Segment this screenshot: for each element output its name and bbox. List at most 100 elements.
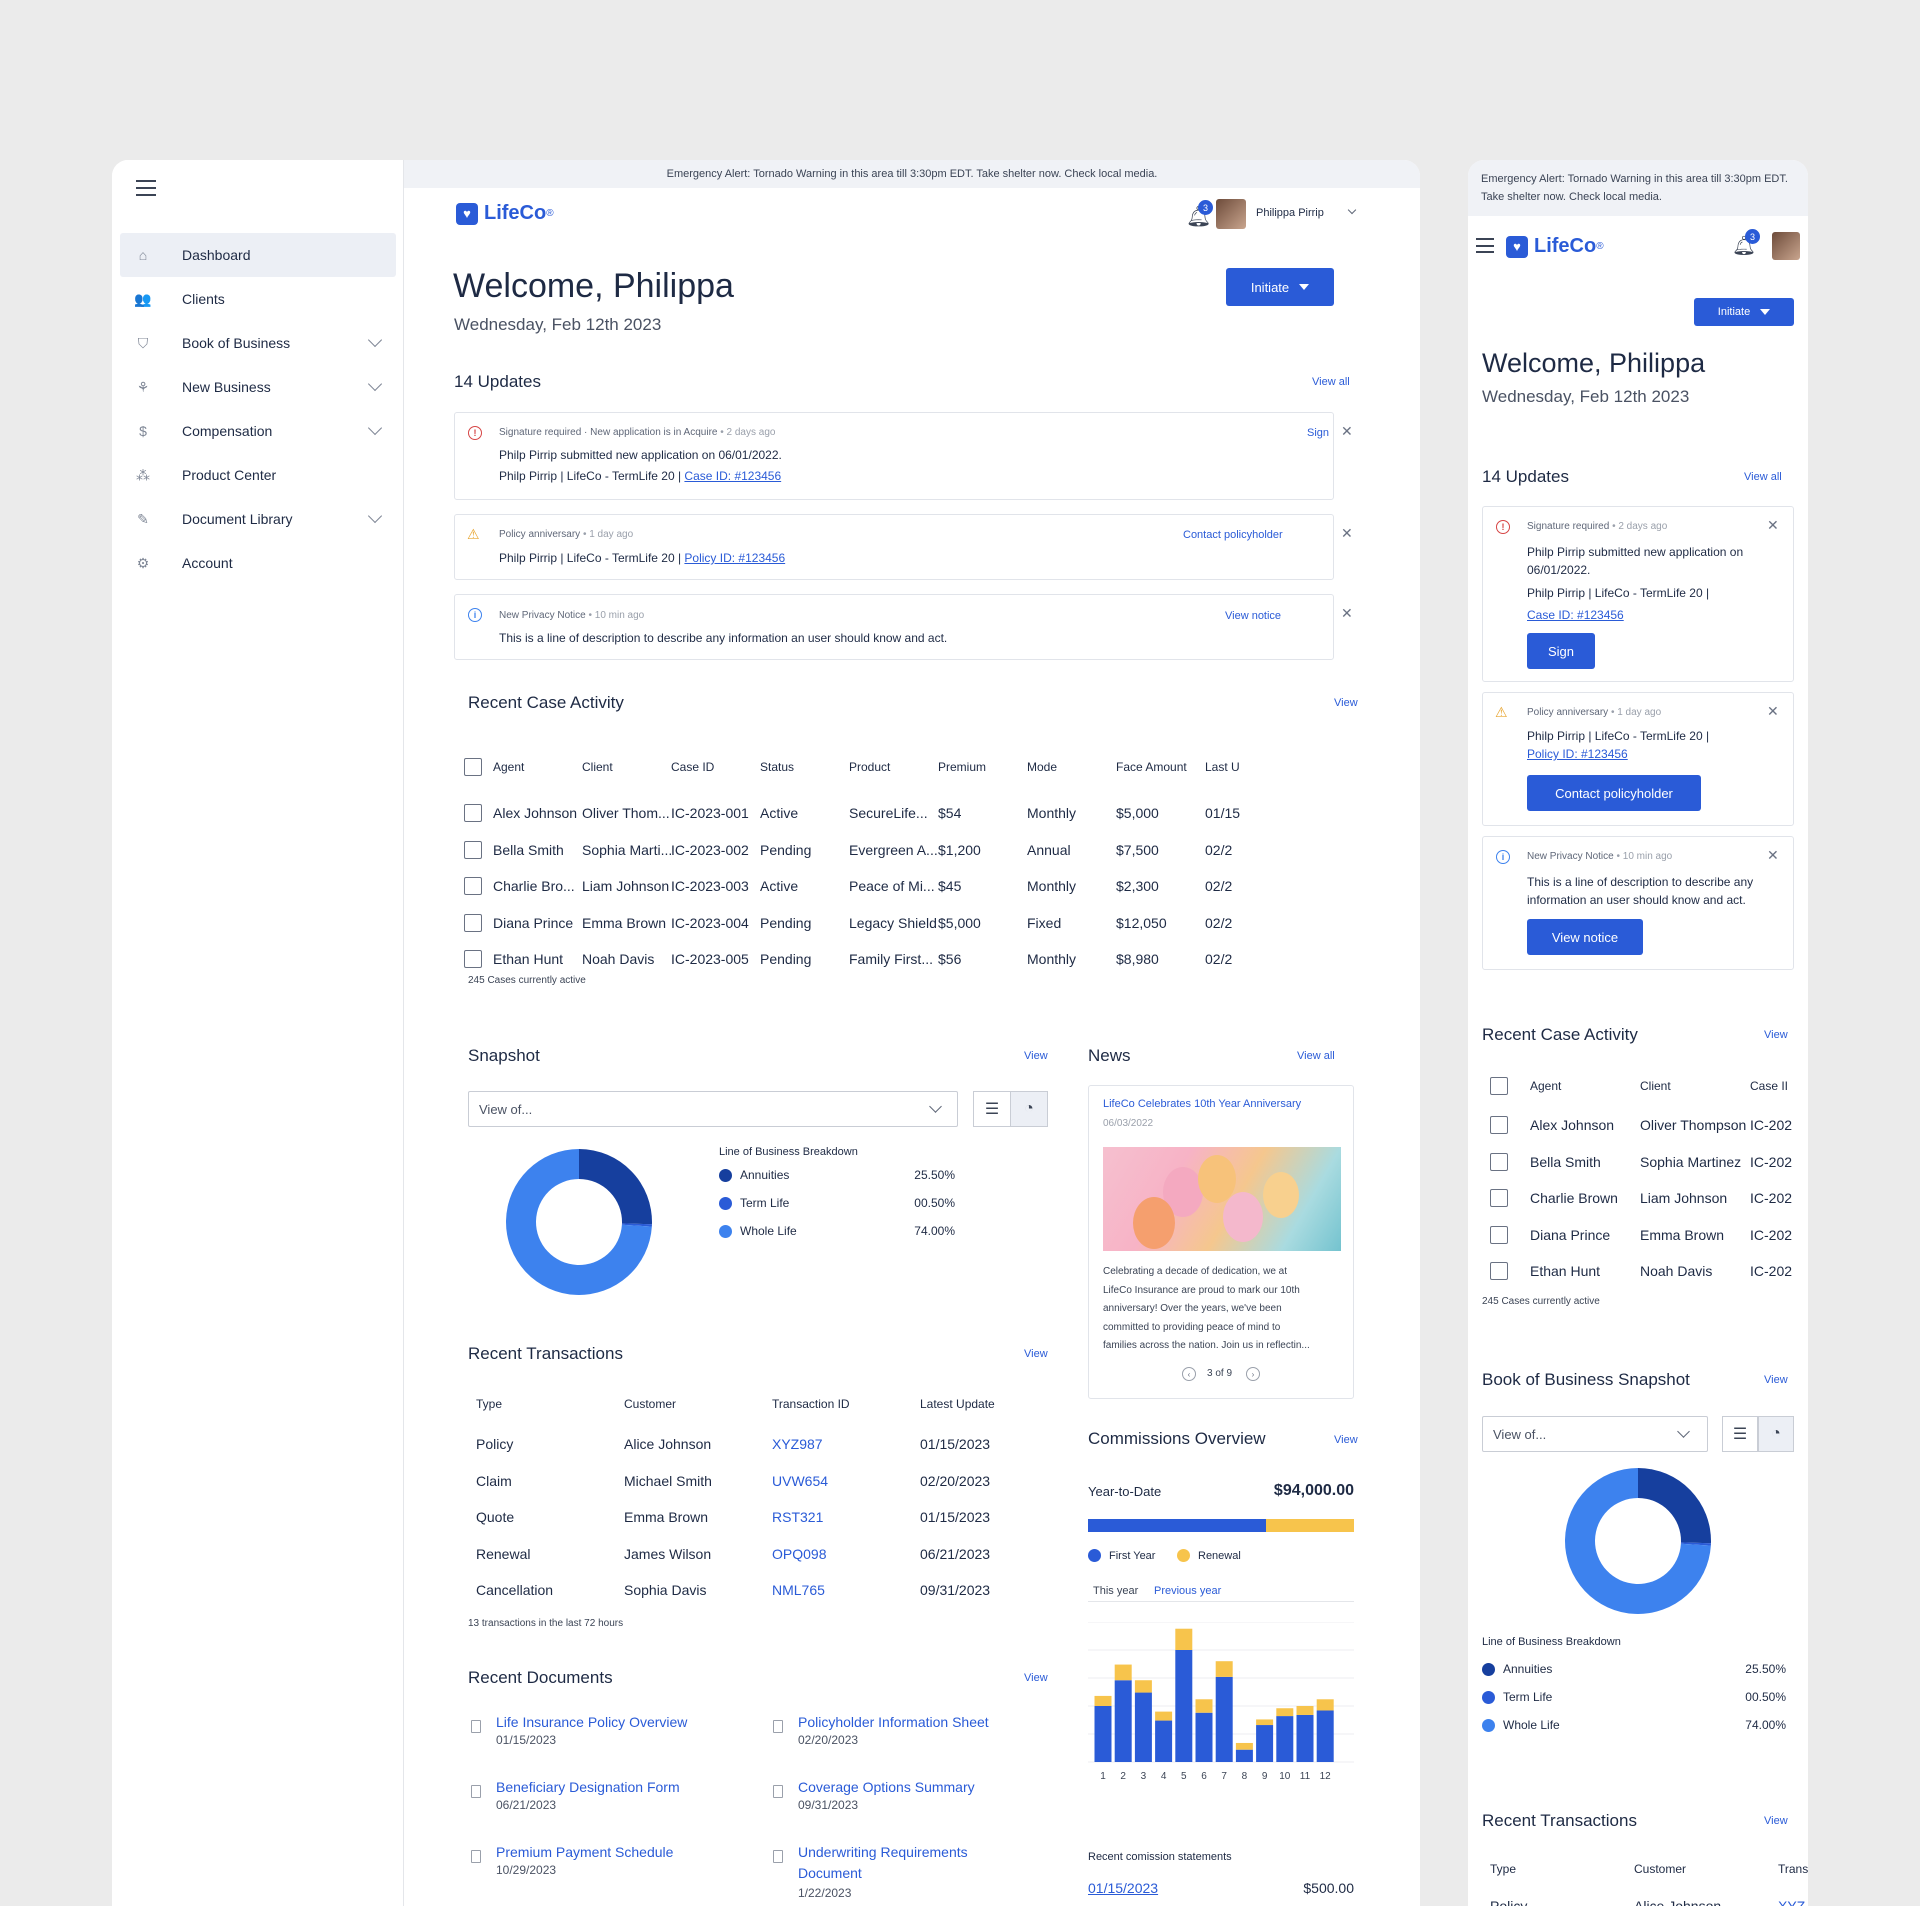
- documents-view-link[interactable]: View: [1024, 1672, 1048, 1684]
- sidebar-item-document-library[interactable]: ✎ Document Library: [120, 497, 396, 541]
- commission-tabs: This year Previous year: [1088, 1578, 1354, 1602]
- menu-icon[interactable]: [136, 180, 156, 196]
- prev-icon[interactable]: ‹: [1182, 1367, 1196, 1381]
- brand-logo[interactable]: ♥ LifeCo ®: [1506, 235, 1604, 258]
- transaction-id-link[interactable]: XYZ987: [772, 1436, 823, 1452]
- document-edit-icon: ✎: [137, 510, 149, 527]
- document-title-link[interactable]: Document: [798, 1865, 862, 1881]
- pie-chart-toggle[interactable]: ◔: [1010, 1091, 1048, 1127]
- update-anniversary: ⚠ Policy anniversary • 1 day ago Philp P…: [454, 514, 1353, 580]
- document-title-link[interactable]: Life Insurance Policy Overview: [496, 1714, 687, 1730]
- commissions-view-link[interactable]: View: [1334, 1434, 1358, 1446]
- view-notice-button[interactable]: View notice: [1527, 919, 1643, 955]
- transactions-view-link[interactable]: View: [1764, 1815, 1788, 1827]
- row-checkbox[interactable]: [464, 840, 482, 859]
- column-header: Customer: [624, 1397, 677, 1411]
- transactions-view-link[interactable]: View: [1024, 1348, 1048, 1360]
- notification-bell[interactable]: 🔔︎ 3: [1184, 200, 1213, 230]
- document-title-link[interactable]: Beneficiary Designation Form: [496, 1779, 680, 1795]
- transaction-id-link[interactable]: XYZ: [1778, 1898, 1805, 1906]
- document-title-link[interactable]: Policyholder Information Sheet: [798, 1714, 989, 1730]
- bar-chart-toggle[interactable]: ☰: [973, 1091, 1011, 1127]
- policy-id-link[interactable]: Policy ID: #123456: [684, 551, 785, 565]
- sidebar-item-dashboard[interactable]: ⌂ Dashboard: [120, 233, 396, 277]
- updates-view-all[interactable]: View all: [1312, 376, 1350, 388]
- case-id-link[interactable]: Case ID: #123456: [684, 469, 781, 483]
- updates-view-all[interactable]: View all: [1744, 471, 1782, 483]
- document-title-link[interactable]: Underwriting Requirements: [798, 1844, 968, 1860]
- document-title-link[interactable]: Coverage Options Summary: [798, 1779, 975, 1795]
- table-cell: 02/2: [1205, 878, 1233, 894]
- column-header: Agent: [1530, 1079, 1562, 1093]
- snapshot-select[interactable]: View of...: [468, 1091, 958, 1127]
- table-cell: Policy: [1490, 1898, 1528, 1906]
- row-checkbox[interactable]: [464, 950, 482, 968]
- tab-this-year[interactable]: This year: [1093, 1585, 1138, 1597]
- sidebar-item-clients[interactable]: 👥 Clients: [120, 277, 396, 321]
- bar-chart-toggle[interactable]: ☰: [1722, 1416, 1758, 1452]
- row-checkbox[interactable]: [1490, 1189, 1508, 1207]
- table-cell: IC-202: [1750, 1117, 1793, 1133]
- menu-icon[interactable]: [1476, 238, 1494, 253]
- transaction-id-link[interactable]: OPQ098: [772, 1546, 826, 1562]
- donut-slice-annuities: [1638, 1468, 1711, 1544]
- row-checkbox[interactable]: [1490, 1262, 1508, 1280]
- sign-link[interactable]: Sign: [1307, 427, 1329, 439]
- initiate-button[interactable]: Initiate: [1226, 268, 1334, 306]
- row-checkbox[interactable]: [464, 804, 482, 822]
- snapshot-view-link[interactable]: View: [1024, 1050, 1048, 1062]
- transaction-id-link[interactable]: NML765: [772, 1582, 825, 1598]
- pie-chart-toggle[interactable]: ◔: [1758, 1416, 1794, 1452]
- next-icon[interactable]: ›: [1246, 1367, 1260, 1381]
- row-checkbox[interactable]: [464, 877, 482, 895]
- document-title-link[interactable]: Premium Payment Schedule: [496, 1844, 673, 1860]
- news-title: News: [1088, 1046, 1131, 1065]
- legend-item: Annuities: [1482, 1662, 1552, 1676]
- policy-id-link[interactable]: Policy ID: #123456: [1527, 747, 1628, 761]
- tab-previous-year[interactable]: Previous year: [1154, 1585, 1221, 1597]
- user-chevron-icon[interactable]: [1347, 205, 1357, 215]
- snapshot-view-link[interactable]: View: [1764, 1374, 1788, 1386]
- news-headline[interactable]: LifeCo Celebrates 10th Year Anniversary: [1103, 1098, 1301, 1110]
- row-checkbox[interactable]: [1490, 1225, 1508, 1244]
- sidebar-item-account[interactable]: ⚙ Account: [120, 541, 396, 585]
- avatar[interactable]: [1772, 232, 1800, 260]
- avatar[interactable]: [1216, 199, 1246, 229]
- table-cell: $56: [938, 951, 962, 967]
- view-notice-link[interactable]: View notice: [1225, 610, 1281, 622]
- legend-label: Term Life: [740, 1196, 790, 1210]
- cases-view-link[interactable]: View: [1334, 697, 1358, 709]
- contact-policyholder-button[interactable]: Contact policyholder: [1527, 775, 1701, 811]
- cases-view-link[interactable]: View: [1764, 1029, 1788, 1041]
- close-icon[interactable]: ✕: [1767, 847, 1779, 864]
- close-icon[interactable]: ✕: [1341, 423, 1353, 440]
- contact-policyholder-link[interactable]: Contact policyholder: [1183, 529, 1283, 541]
- statement-date-link[interactable]: 01/15/2023: [1088, 1880, 1158, 1896]
- news-view-all[interactable]: View all: [1297, 1050, 1335, 1062]
- table-cell: 09/31/2023: [920, 1582, 991, 1598]
- sidebar-item-compensation[interactable]: $ Compensation: [120, 409, 396, 453]
- transaction-id-link[interactable]: RST321: [772, 1509, 823, 1525]
- snapshot-select[interactable]: View of...: [1482, 1416, 1708, 1452]
- select-all-checkbox[interactable]: [464, 758, 482, 776]
- close-icon[interactable]: ✕: [1767, 517, 1779, 534]
- close-icon[interactable]: ✕: [1767, 703, 1779, 720]
- close-icon[interactable]: ✕: [1341, 525, 1353, 542]
- initiate-button[interactable]: Initiate: [1694, 298, 1794, 326]
- select-all-checkbox[interactable]: [1490, 1077, 1508, 1095]
- close-icon[interactable]: ✕: [1341, 605, 1353, 622]
- table-cell: Alex Johnson: [493, 805, 578, 821]
- row-checkbox[interactable]: [464, 913, 482, 932]
- brand-logo[interactable]: ♥ LifeCo ®: [456, 202, 554, 225]
- notification-bell[interactable]: 🔔︎ 3: [1732, 229, 1760, 260]
- sidebar-item-product-center[interactable]: ⁂ Product Center: [120, 453, 396, 497]
- sign-button[interactable]: Sign: [1527, 633, 1595, 669]
- case-id-link[interactable]: Case ID: #123456: [1527, 608, 1624, 622]
- row-checkbox[interactable]: [1490, 1116, 1508, 1134]
- sidebar-item-book-of-business[interactable]: ⛉ Book of Business: [120, 321, 396, 365]
- sidebar-item-new-business[interactable]: ⚘ New Business: [120, 365, 396, 409]
- user-name[interactable]: Philippa Pirrip: [1256, 207, 1324, 219]
- transaction-id-link[interactable]: UVW654: [772, 1473, 828, 1489]
- row-checkbox[interactable]: [1490, 1152, 1508, 1171]
- news-card[interactable]: LifeCo Celebrates 10th Year Anniversary …: [1088, 1085, 1354, 1399]
